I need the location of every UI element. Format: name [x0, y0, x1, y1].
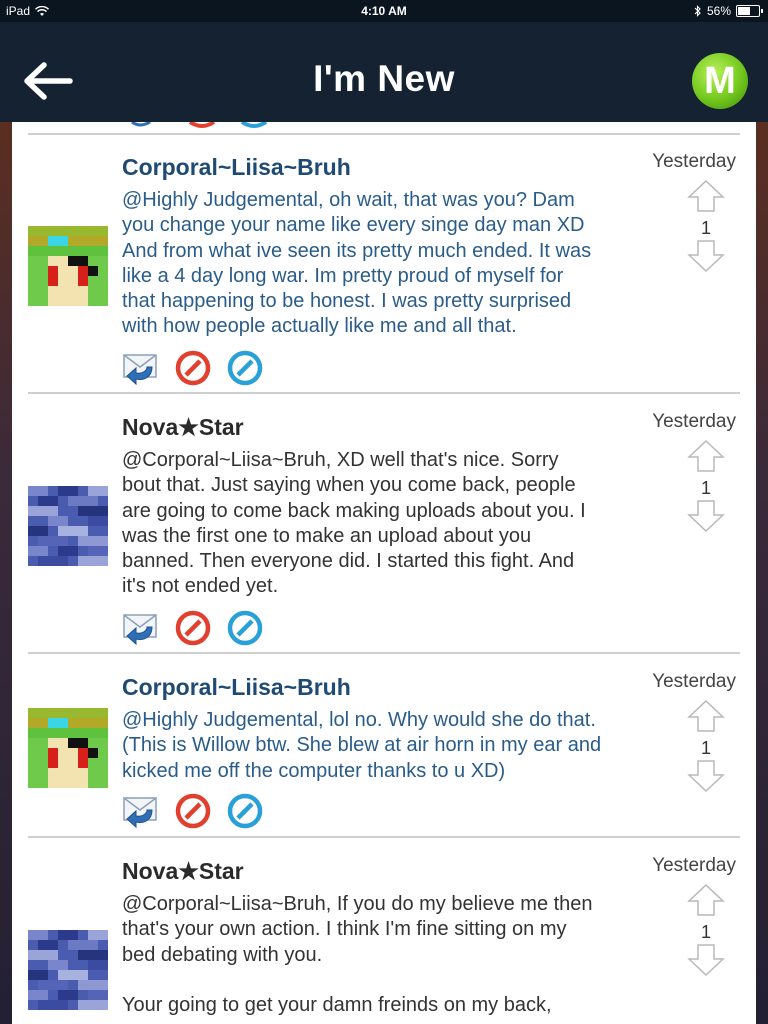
comment-time: Yesterday — [652, 671, 736, 692]
downvote-arrow-icon[interactable] — [686, 943, 726, 977]
comment-time: Yesterday — [652, 411, 736, 432]
downvote-arrow-icon[interactable] — [686, 759, 726, 793]
avatar[interactable] — [28, 708, 108, 788]
comment-author[interactable]: Nova★Star — [122, 414, 244, 441]
upvote-arrow-icon[interactable] — [686, 179, 726, 213]
upvote-arrow-icon[interactable] — [686, 699, 726, 733]
flag-icon[interactable] — [174, 349, 212, 387]
comment-text: @Corporal~Liisa~Bruh, XD well that's nic… — [122, 449, 586, 598]
app-logo-button[interactable]: M — [692, 53, 748, 109]
comment-text: @Highly Judgemental, lol no. Why would s… — [122, 709, 602, 782]
battery-percent: 56% — [706, 4, 731, 18]
downvote-arrow-icon[interactable] — [686, 239, 726, 273]
comment-author[interactable]: Corporal~Liisa~Bruh — [122, 154, 351, 181]
flag-icon[interactable] — [174, 792, 212, 830]
battery-icon — [736, 5, 763, 17]
comments-panel[interactable]: Corporal~Liisa~Bruh Yesterday @Highly Ju… — [12, 122, 756, 1024]
background-left — [0, 122, 12, 1024]
vote-count: 1 — [700, 922, 711, 942]
page-title: I'm New — [313, 58, 455, 99]
vote-count: 1 — [700, 738, 711, 758]
comment-text: @Highly Judgemental, oh wait, that was y… — [122, 189, 592, 338]
background-right — [756, 122, 768, 1024]
block-icon[interactable] — [226, 792, 264, 830]
bluetooth-icon — [694, 5, 701, 17]
navigation-bar: I'm New M — [0, 22, 768, 122]
upvote-arrow-icon[interactable] — [686, 439, 726, 473]
divider — [28, 133, 740, 135]
reply-envelope-icon[interactable] — [122, 792, 160, 830]
divider — [28, 392, 740, 394]
avatar[interactable] — [28, 486, 108, 566]
vote-count: 1 — [700, 478, 711, 498]
comment-time: Yesterday — [652, 151, 736, 172]
clock: 4:10 AM — [361, 4, 407, 18]
comment-text: @Corporal~Liisa~Bruh, If you do my belie… — [122, 893, 593, 1017]
comment-author[interactable]: Corporal~Liisa~Bruh — [122, 674, 351, 701]
vote-count: 1 — [700, 218, 711, 238]
flag-icon[interactable] — [174, 609, 212, 647]
block-icon[interactable] — [226, 609, 264, 647]
comment-time: Yesterday — [652, 855, 736, 876]
avatar[interactable] — [28, 930, 108, 1010]
block-icon[interactable] — [226, 349, 264, 387]
status-bar: iPad 4:10 AM 56% — [0, 0, 768, 22]
divider — [28, 836, 740, 838]
upvote-arrow-icon[interactable] — [686, 883, 726, 917]
downvote-arrow-icon[interactable] — [686, 499, 726, 533]
divider — [28, 652, 740, 654]
comment-author[interactable]: Nova★Star — [122, 858, 244, 885]
avatar[interactable] — [28, 226, 108, 306]
reply-envelope-icon[interactable] — [122, 349, 160, 387]
reply-envelope-icon[interactable] — [122, 609, 160, 647]
